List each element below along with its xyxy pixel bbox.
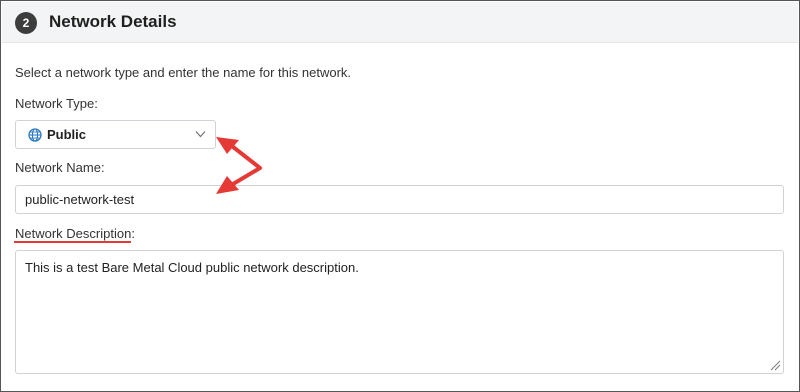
resize-handle-icon[interactable] — [769, 359, 781, 371]
globe-icon — [28, 128, 42, 142]
section-title: Network Details — [49, 12, 177, 31]
section-header: 2 Network Details — [2, 2, 798, 43]
network-name-label: Network Name: — [15, 160, 105, 175]
network-name-input[interactable] — [15, 185, 784, 214]
step-number-badge: 2 — [15, 12, 37, 34]
network-type-label: Network Type: — [15, 96, 98, 111]
intro-text: Select a network type and enter the name… — [15, 65, 352, 80]
network-details-panel: 2 Network Details Select a network type … — [0, 0, 800, 392]
network-description-textarea[interactable]: This is a test Bare Metal Cloud public n… — [15, 250, 784, 374]
description-label-underline — [14, 241, 131, 243]
network-description-label: Network Description: — [15, 226, 135, 241]
chevron-down-icon — [195, 131, 206, 138]
network-type-select[interactable]: Public — [15, 120, 216, 149]
network-type-selected-value: Public — [47, 127, 87, 142]
